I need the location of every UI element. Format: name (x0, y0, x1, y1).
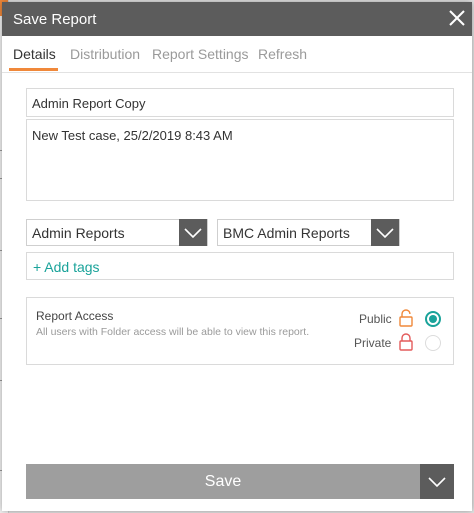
chevron-down-icon (376, 228, 394, 239)
folder-select[interactable]: Admin Reports (26, 219, 208, 246)
save-button[interactable]: Save (26, 464, 420, 499)
public-option-label: Public (359, 312, 392, 326)
dialog-title: Save Report (13, 11, 97, 28)
subfolder-select[interactable]: BMC Admin Reports (217, 219, 400, 246)
chevron-down-icon (184, 228, 202, 239)
subfolder-select-value: BMC Admin Reports (223, 225, 350, 241)
private-radio[interactable] (425, 335, 441, 351)
private-option-label: Private (354, 336, 392, 350)
report-access-description: All users with Folder access will be abl… (36, 326, 310, 338)
dialog-titlebar: Save Report (2, 2, 472, 36)
tab-report-settings[interactable]: Report Settings (152, 46, 249, 62)
report-name-input[interactable]: Admin Report Copy (26, 88, 454, 117)
tab-refresh[interactable]: Refresh (258, 46, 307, 62)
folder-select-value: Admin Reports (32, 225, 125, 241)
subfolder-select-toggle[interactable] (371, 219, 399, 246)
public-radio[interactable] (425, 311, 441, 327)
tags-field[interactable]: + Add tags (26, 252, 454, 280)
report-description-textarea[interactable]: New Test case, 25/2/2019 8:43 AM (26, 119, 454, 201)
add-tags-link[interactable]: + Add tags (33, 259, 100, 275)
unlock-icon (399, 309, 413, 327)
active-tab-indicator (9, 68, 58, 71)
folder-select-toggle[interactable] (179, 219, 207, 246)
report-access-heading: Report Access (36, 309, 114, 323)
tab-details[interactable]: Details (13, 46, 56, 62)
lock-icon (399, 333, 413, 351)
save-report-dialog: Save Report Details Distribution Report … (2, 2, 472, 511)
close-icon[interactable] (446, 7, 468, 29)
tab-distribution[interactable]: Distribution (70, 46, 140, 62)
report-description-value: New Test case, 25/2/2019 8:43 AM (32, 128, 233, 143)
report-name-value: Admin Report Copy (32, 96, 146, 111)
tab-bar: Details Distribution Report Settings Ref… (2, 36, 472, 73)
chevron-down-icon (428, 477, 446, 488)
save-options-toggle[interactable] (420, 464, 454, 499)
report-access-panel: Report Access All users with Folder acce… (26, 297, 454, 365)
